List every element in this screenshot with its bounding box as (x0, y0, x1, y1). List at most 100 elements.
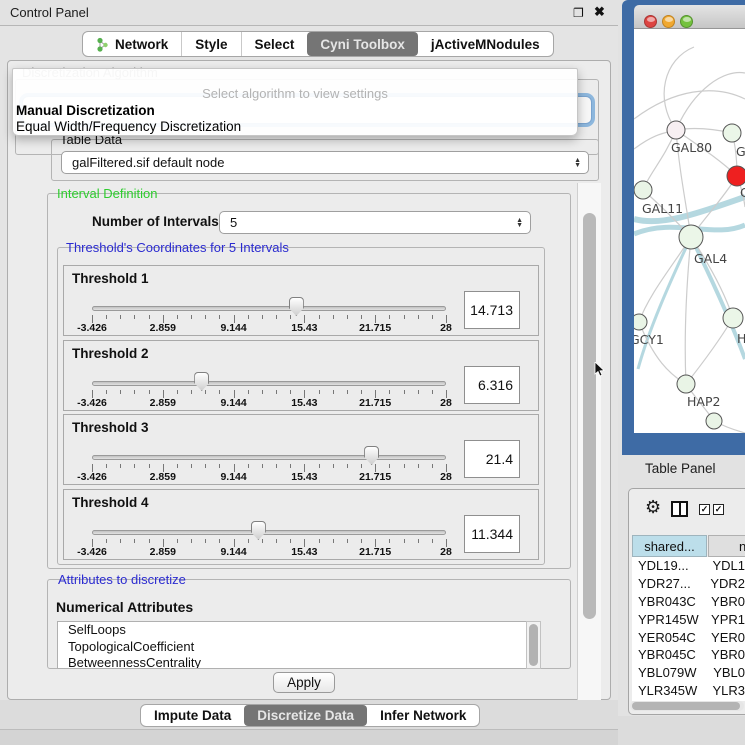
table-horizontal-scrollbar[interactable] (630, 701, 744, 711)
slider-track[interactable] (92, 455, 446, 460)
list-item-selfloops[interactable]: SelfLoops (58, 622, 540, 639)
column-header-shared[interactable]: shared... (632, 535, 707, 557)
spinner-arrows-icon[interactable]: ▲▼ (516, 218, 523, 228)
tick-mark (389, 315, 390, 319)
tick-mark (276, 539, 277, 543)
network-node-g[interactable] (723, 124, 741, 142)
network-node-c[interactable] (727, 166, 745, 186)
network-node-gcy1[interactable] (634, 314, 647, 330)
threshold-value-field[interactable]: 21.4 (464, 440, 520, 478)
menu-item-manual-discretization[interactable]: Manual Discretization (16, 103, 155, 118)
table-row[interactable]: YDR27...YDR2 (632, 575, 745, 593)
threshold-label: Threshold 2 (72, 346, 149, 361)
checkbox-checked-icon[interactable]: ✓ (713, 504, 724, 515)
top-tab-bar: NetworkStyleSelectCyni ToolboxjActiveMNo… (82, 31, 554, 57)
slider-handle[interactable] (289, 297, 304, 316)
tab-label: Impute Data (154, 708, 231, 723)
slider-handle[interactable] (251, 521, 266, 540)
table-row[interactable]: YLR345WYLR3 (632, 682, 745, 700)
tick-mark (319, 390, 320, 394)
table-row[interactable]: YBR045CYBR0 (632, 646, 745, 664)
tick-label: 21.715 (347, 322, 403, 334)
window-title: Control Panel (10, 5, 89, 20)
attributes-list-scrollbar[interactable] (526, 621, 541, 669)
tick-label: 9.144 (206, 322, 262, 334)
tick-mark (149, 464, 150, 468)
cell-name: YBR0 (703, 647, 745, 662)
table-row[interactable]: YPR145WYPR1 (632, 610, 745, 628)
tick-mark (361, 315, 362, 319)
slider-handle[interactable] (194, 372, 209, 391)
float-window-icon[interactable]: ❐ (573, 6, 584, 20)
slider-track[interactable] (92, 306, 446, 311)
minimize-traffic-light-icon[interactable] (662, 15, 675, 28)
tick-mark (205, 390, 206, 394)
threshold-value-field[interactable]: 14.713 (464, 291, 520, 329)
tick-mark (191, 464, 192, 468)
numerical-attributes-list[interactable]: SelfLoopsTopologicalCoefficientBetweenne… (57, 621, 541, 669)
list-item-betweennesscentrality[interactable]: BetweennessCentrality (58, 655, 540, 669)
network-edge (638, 237, 691, 369)
panel-vertical-scrollbar[interactable] (577, 183, 601, 745)
tick-mark (205, 539, 206, 543)
tick-label: 2.859 (135, 322, 191, 334)
network-node-gal4[interactable] (679, 225, 703, 249)
apply-button[interactable]: Apply (273, 672, 335, 693)
cell-shared-name: YBR045C (632, 647, 703, 662)
tick-label: 2.859 (135, 546, 191, 558)
tick-mark (120, 539, 121, 543)
list-item-topologicalcoefficient[interactable]: TopologicalCoefficient (58, 639, 540, 656)
network-canvas[interactable]: GAL80GCGAL11GAL4GCY1HHAP2 (634, 29, 745, 433)
tick-mark (276, 464, 277, 468)
tick-mark (404, 390, 405, 394)
scrollbar-thumb[interactable] (529, 624, 538, 666)
threshold-label: Threshold 3 (72, 420, 149, 435)
tab-infer-network[interactable]: Infer Network (367, 705, 479, 726)
table-row[interactable]: YDL19...YDL1 (632, 557, 745, 575)
cell-shared-name: YBL079W (632, 665, 705, 680)
tick-mark (290, 464, 291, 468)
columns-icon[interactable] (671, 501, 688, 517)
interval-definition-label: Interval Definition (54, 186, 160, 201)
scrollbar-thumb[interactable] (583, 213, 596, 619)
slider-track[interactable] (92, 530, 446, 535)
table-data-combobox[interactable]: galFiltered.sif default node ▲▼ (61, 151, 589, 174)
scrollbar-thumb[interactable] (632, 702, 740, 710)
threshold-value-field[interactable]: 6.316 (464, 366, 520, 404)
table-row[interactable]: YBR043CYBR0 (632, 593, 745, 611)
spinner-arrows-icon[interactable]: ▲▼ (574, 158, 581, 168)
tab-cyni-toolbox[interactable]: Cyni Toolbox (307, 32, 418, 56)
threshold-value-field[interactable]: 11.344 (464, 515, 520, 553)
network-node-h[interactable] (723, 308, 743, 328)
number-of-intervals-combobox[interactable]: 5 ▲▼ (219, 211, 531, 234)
cell-shared-name: YER054C (632, 630, 703, 645)
tab-impute-data[interactable]: Impute Data (141, 705, 244, 726)
tab-jactivemnodules[interactable]: jActiveMNodules (418, 32, 553, 56)
close-traffic-light-icon[interactable] (644, 15, 657, 28)
slider-track[interactable] (92, 381, 446, 386)
slider-handle[interactable] (364, 446, 379, 465)
table-rows[interactable]: YDL19...YDL1YDR27...YDR2YBR043CYBR0YPR14… (632, 557, 745, 701)
thresholds-group-label: Threshold's Coordinates for 5 Intervals (63, 240, 292, 255)
checkbox-checked-icon[interactable]: ✓ (699, 504, 710, 515)
close-icon[interactable]: ✖ (594, 4, 605, 20)
column-header-name[interactable]: n (708, 535, 745, 557)
zoom-traffic-light-icon[interactable] (680, 15, 693, 28)
tick-mark (389, 390, 390, 394)
tab-network[interactable]: Network (83, 32, 181, 56)
table-row[interactable]: YBL079WYBL0 (632, 664, 745, 682)
network-node-gal11[interactable] (634, 181, 652, 199)
tick-mark (389, 539, 390, 543)
gear-icon[interactable]: ⚙ (645, 498, 661, 516)
tab-select[interactable]: Select (241, 32, 308, 56)
tab-discretize-data[interactable]: Discretize Data (244, 705, 367, 726)
tick-mark (149, 390, 150, 394)
table-row[interactable]: YER054CYER0 (632, 628, 745, 646)
network-node[interactable] (706, 413, 722, 429)
network-node-hap2[interactable] (677, 375, 695, 393)
tick-mark (219, 464, 220, 468)
tab-style[interactable]: Style (181, 32, 240, 56)
menu-item-equal-width-frequency[interactable]: Equal Width/Frequency Discretization (16, 119, 241, 134)
tick-mark (262, 315, 263, 319)
network-node-gal80[interactable] (667, 121, 685, 139)
